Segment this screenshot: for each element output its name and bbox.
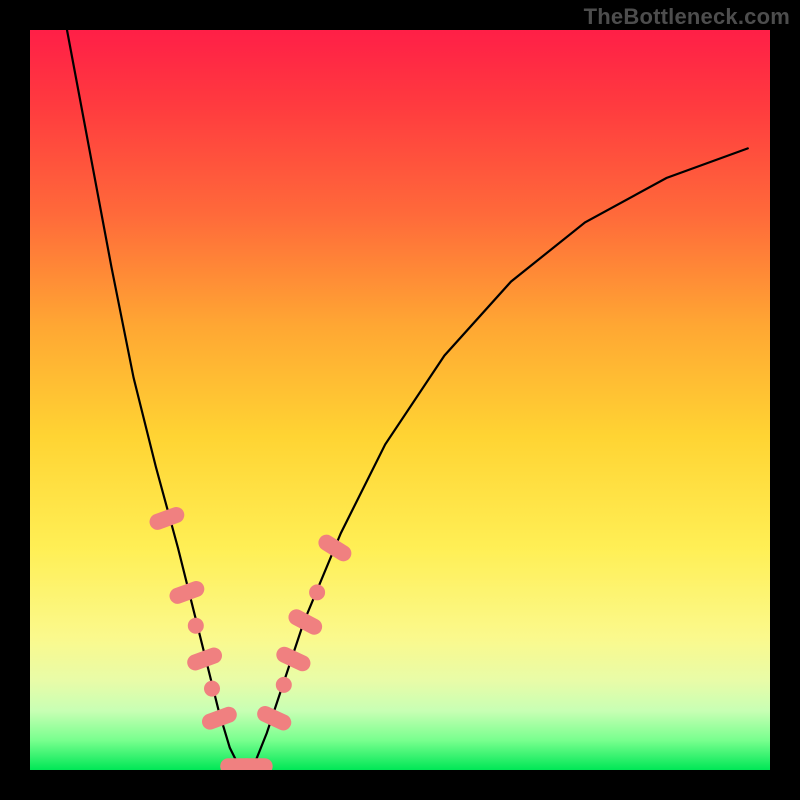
marker-dot (204, 681, 220, 697)
marker-group (147, 505, 354, 770)
chart-frame: TheBottleneck.com (0, 0, 800, 800)
curve-path (67, 30, 748, 770)
chart-svg (30, 30, 770, 770)
plot-area (30, 30, 770, 770)
marker-dot (188, 618, 204, 634)
marker-pill (185, 645, 224, 672)
marker-dot (309, 584, 325, 600)
marker-dot (276, 677, 292, 693)
bottleneck-curve (67, 30, 748, 770)
watermark-text: TheBottleneck.com (584, 4, 790, 30)
marker-pill (200, 705, 239, 732)
marker-pill (286, 606, 325, 637)
marker-bar (239, 758, 273, 770)
marker-pill (315, 532, 354, 565)
marker-pill (274, 644, 313, 674)
